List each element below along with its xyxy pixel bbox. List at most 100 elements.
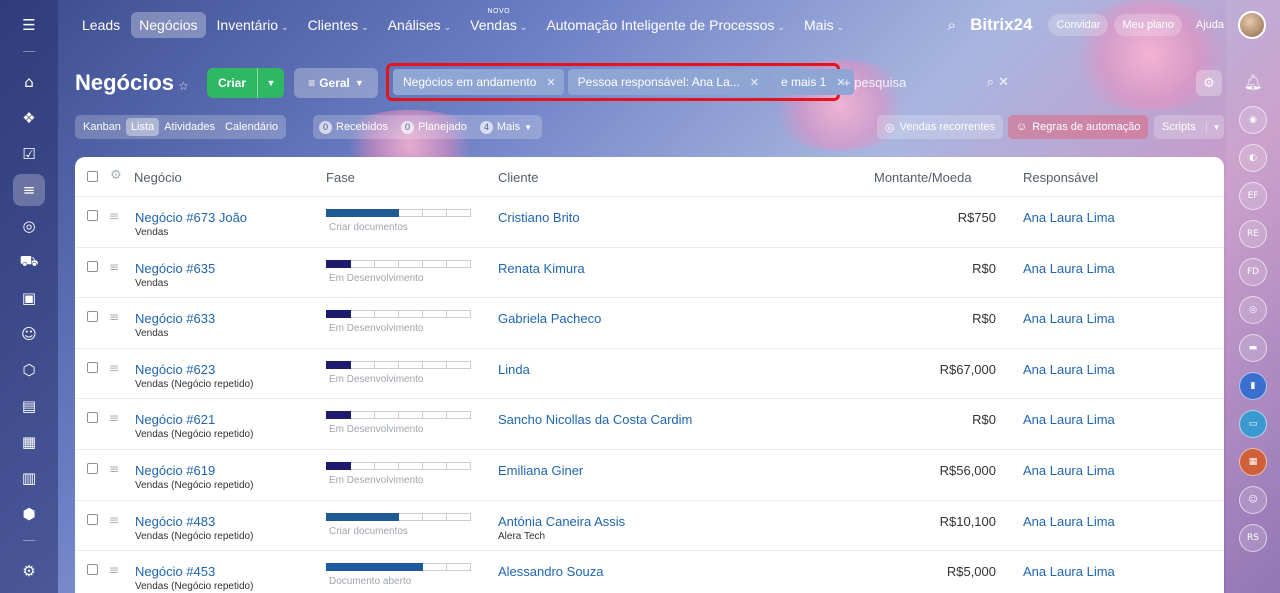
- stage-segment[interactable]: [375, 360, 399, 369]
- chevron-down-icon[interactable]: ▼: [257, 68, 284, 98]
- table-row[interactable]: ≡ Negócio #633 Vendas Em Desenvolvimento Gab…: [75, 298, 1224, 349]
- stage-segment[interactable]: [399, 360, 423, 369]
- stage-segment[interactable]: [375, 411, 399, 420]
- target-icon[interactable]: ◎: [13, 210, 45, 242]
- home-icon[interactable]: ⌂: [13, 66, 45, 98]
- stage-segment[interactable]: [351, 411, 375, 420]
- stage-segment[interactable]: [326, 411, 351, 420]
- client-link[interactable]: Renata Kimura: [498, 261, 585, 276]
- drag-handle-icon[interactable]: ≡: [109, 462, 119, 476]
- row-checkbox[interactable]: [87, 513, 98, 525]
- user-avatar[interactable]: [1238, 11, 1266, 39]
- gear-icon[interactable]: ⚙: [1196, 70, 1222, 96]
- stage-segment[interactable]: [447, 310, 471, 319]
- stage-progress[interactable]: [326, 360, 471, 369]
- nav-item-leads[interactable]: Leads: [74, 12, 128, 38]
- calendar-icon[interactable]: ▦: [13, 426, 45, 458]
- avatar[interactable]: FD: [1239, 258, 1267, 286]
- photo-icon[interactable]: ▬: [1239, 334, 1267, 362]
- hexagon-icon[interactable]: ⬢: [13, 498, 45, 530]
- column-amount[interactable]: Montante/Moeda: [874, 170, 972, 185]
- nav-item-more[interactable]: Mais ⌄: [796, 12, 852, 38]
- nav-item-clients[interactable]: Clientes ⌄: [300, 12, 377, 38]
- responsible-link[interactable]: Ana Laura Lima: [1023, 412, 1115, 427]
- responsible-link[interactable]: Ana Laura Lima: [1023, 514, 1115, 529]
- tab-list[interactable]: Lista: [125, 118, 160, 136]
- menu-icon[interactable]: ☰: [13, 9, 45, 41]
- stage-progress[interactable]: [326, 512, 471, 521]
- recurring-sales-button[interactable]: ◎ Vendas recorrentes: [877, 115, 1003, 139]
- stage-segment[interactable]: [375, 209, 399, 217]
- stage-segment[interactable]: [447, 512, 471, 521]
- row-checkbox[interactable]: [87, 462, 98, 474]
- drag-handle-icon[interactable]: ≡: [109, 361, 119, 375]
- tab-calendar[interactable]: Calendário: [220, 118, 283, 136]
- stage-segment[interactable]: [351, 259, 375, 268]
- stage-segment[interactable]: [351, 310, 375, 319]
- column-stage[interactable]: Fase: [326, 170, 355, 185]
- stage-segment[interactable]: [351, 563, 375, 572]
- stage-segment[interactable]: [423, 209, 447, 217]
- nav-item-analytics[interactable]: Análises ⌄: [380, 12, 459, 38]
- search-input[interactable]: + pesquisa ⌕ ✕: [843, 68, 1021, 96]
- stage-segment[interactable]: [447, 563, 471, 572]
- row-checkbox[interactable]: [87, 260, 98, 272]
- drag-handle-icon[interactable]: ≡: [109, 260, 119, 274]
- message-icon[interactable]: ▭: [1239, 410, 1267, 438]
- stage-segment[interactable]: [375, 310, 399, 319]
- deal-title-link[interactable]: Negócio #635: [135, 261, 215, 276]
- bell-icon[interactable]: 🔔︎: [1239, 68, 1267, 96]
- close-icon[interactable]: ✕: [546, 76, 555, 89]
- avatar[interactable]: EF: [1239, 182, 1267, 210]
- filter-chip[interactable]: Negócios em andamento ✕: [393, 69, 564, 95]
- drag-handle-icon[interactable]: ≡: [109, 411, 119, 425]
- stage-segment[interactable]: [326, 563, 351, 572]
- row-checkbox[interactable]: [87, 564, 98, 576]
- deal-title-link[interactable]: Negócio #453: [135, 564, 215, 579]
- responsible-link[interactable]: Ana Laura Lima: [1023, 463, 1115, 478]
- stage-segment[interactable]: [423, 360, 447, 369]
- automation-rules-button[interactable]: ☺ Regras de automação: [1008, 115, 1149, 139]
- bot-icon[interactable]: ☺: [13, 318, 45, 350]
- stage-progress[interactable]: [326, 461, 471, 470]
- create-button[interactable]: Criar ▼: [207, 68, 284, 98]
- stage-segment[interactable]: [399, 563, 423, 572]
- group-icon[interactable]: ☺: [1239, 486, 1267, 514]
- stage-segment[interactable]: [447, 411, 471, 420]
- avatar[interactable]: RS: [1239, 524, 1267, 552]
- client-link[interactable]: Alessandro Souza: [498, 564, 604, 579]
- stage-segment[interactable]: [423, 310, 447, 319]
- pipeline-select[interactable]: ≡ Geral ▼: [294, 68, 378, 98]
- help-button[interactable]: Ajuda: [1188, 14, 1232, 36]
- settings-icon[interactable]: ⚙: [110, 168, 122, 183]
- counter-received[interactable]: 0 Recebidos: [319, 120, 388, 134]
- stage-segment[interactable]: [351, 461, 375, 470]
- responsible-link[interactable]: Ana Laura Lima: [1023, 311, 1115, 326]
- search-icon[interactable]: ⌕: [948, 16, 956, 34]
- drag-handle-icon[interactable]: ≡: [109, 513, 119, 527]
- responsible-link[interactable]: Ana Laura Lima: [1023, 564, 1115, 579]
- stage-segment[interactable]: [351, 209, 375, 217]
- stage-segment[interactable]: [423, 411, 447, 420]
- select-all-checkbox[interactable]: [87, 171, 98, 182]
- deal-title-link[interactable]: Negócio #633: [135, 311, 215, 326]
- copilot-icon[interactable]: ◉: [1239, 106, 1267, 134]
- counter-more[interactable]: 4 Mais ▼: [479, 120, 532, 134]
- stage-segment[interactable]: [423, 512, 447, 521]
- stage-segment[interactable]: [351, 360, 375, 369]
- drag-handle-icon[interactable]: ≡: [109, 563, 119, 577]
- nav-item-automation[interactable]: Automação Inteligente de Processos ⌄: [538, 12, 793, 38]
- stage-segment[interactable]: [375, 461, 399, 470]
- stage-segment[interactable]: [447, 461, 471, 470]
- stage-segment[interactable]: [326, 310, 351, 319]
- stage-segment[interactable]: [375, 512, 399, 521]
- stage-segment[interactable]: [326, 512, 351, 521]
- circle-icon[interactable]: ◎: [1239, 296, 1267, 324]
- column-client[interactable]: Cliente: [498, 170, 538, 185]
- stage-segment[interactable]: [375, 563, 399, 572]
- stage-progress[interactable]: [326, 259, 471, 268]
- client-link[interactable]: Gabriela Pacheco: [498, 311, 601, 326]
- stage-segment[interactable]: [375, 259, 399, 268]
- filter-bar[interactable]: Negócios em andamento ✕ Pessoa responsáve…: [386, 63, 854, 101]
- chat-icon[interactable]: ◐: [1239, 144, 1267, 172]
